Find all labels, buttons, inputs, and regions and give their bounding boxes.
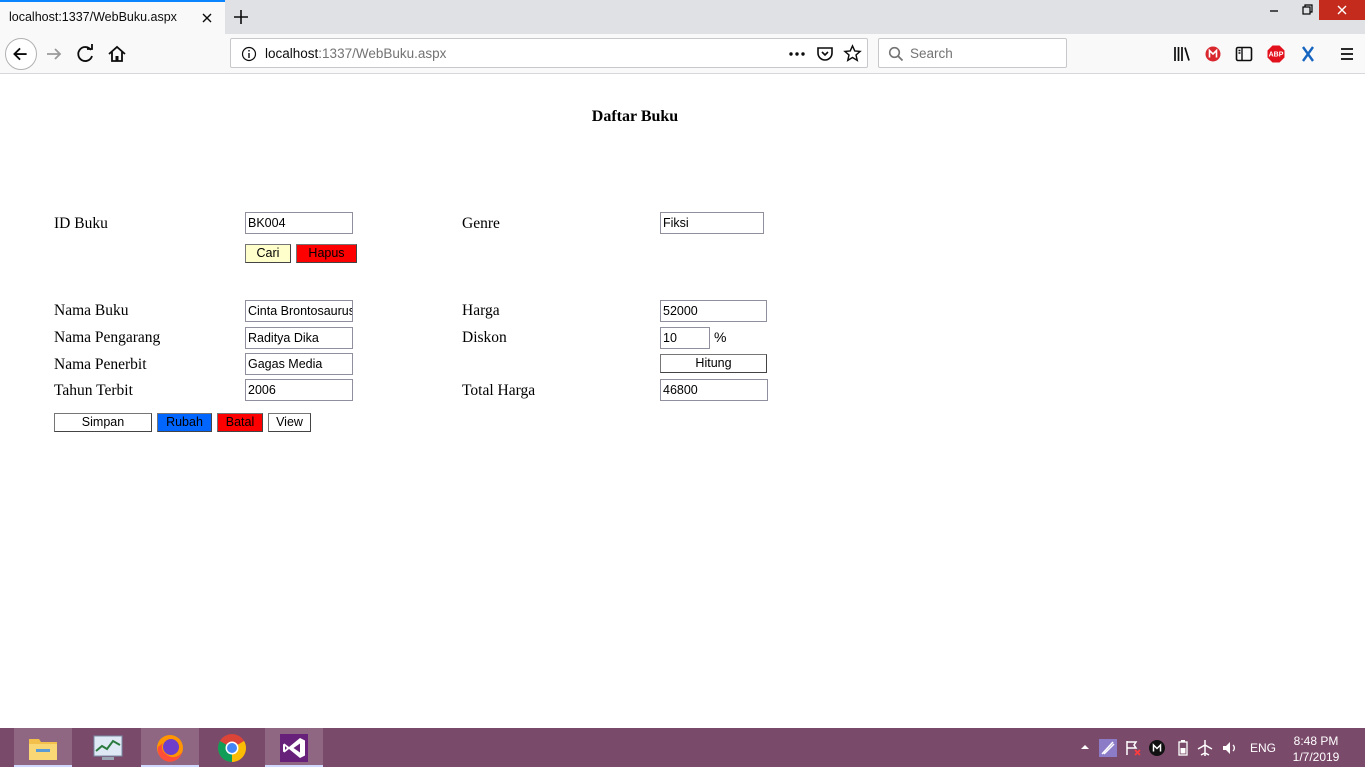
search-input[interactable]: Search xyxy=(878,38,1067,68)
chrome-icon xyxy=(218,734,246,762)
view-button[interactable]: View xyxy=(268,413,311,432)
id-buku-input[interactable]: BK004 xyxy=(245,212,353,234)
url-host: localhost xyxy=(265,46,319,61)
diskon-input[interactable]: 10 xyxy=(660,327,710,349)
genre-input[interactable]: Fiksi xyxy=(660,212,764,234)
clock-date: 1/7/2019 xyxy=(1292,750,1340,764)
page-actions-icon[interactable] xyxy=(787,46,807,62)
search-icon xyxy=(888,46,904,62)
clock[interactable]: 8:48 PM 1/7/2019 xyxy=(1288,733,1344,765)
label-total-harga: Total Harga xyxy=(462,382,536,399)
nama-buku-input[interactable]: Cinta Brontosaurus xyxy=(245,300,353,322)
web-page: Daftar Buku ID Buku BK004 Genre Fiksi Ca… xyxy=(0,75,1365,728)
reload-icon[interactable] xyxy=(72,40,100,68)
adblock-plus-icon[interactable]: ABP xyxy=(1262,40,1290,68)
taskbar-task-manager[interactable] xyxy=(79,728,137,767)
label-nama-buku: Nama Buku xyxy=(54,302,129,319)
svg-text:ABP: ABP xyxy=(1269,52,1284,59)
label-tahun-terbit: Tahun Terbit xyxy=(54,382,133,399)
firefox-icon xyxy=(157,735,183,762)
nama-penerbit-input[interactable]: Gagas Media xyxy=(245,353,353,375)
label-genre: Genre xyxy=(462,215,500,232)
search-placeholder: Search xyxy=(910,46,953,61)
label-harga: Harga xyxy=(462,302,500,319)
nama-pengarang-input[interactable]: Raditya Dika xyxy=(245,327,353,349)
task-manager-icon xyxy=(93,735,123,760)
page-title: Daftar Buku xyxy=(591,108,679,125)
airplane-mode-icon[interactable] xyxy=(1196,739,1214,757)
file-explorer-icon xyxy=(29,739,57,760)
close-tab-icon[interactable] xyxy=(199,10,215,26)
chevron-up-icon[interactable] xyxy=(1079,742,1091,752)
batal-button[interactable]: Batal xyxy=(217,413,263,432)
pocket-icon[interactable] xyxy=(816,45,834,63)
label-nama-pengarang: Nama Pengarang xyxy=(54,329,161,346)
close-window-icon[interactable] xyxy=(1319,0,1365,20)
hapus-button[interactable]: Hapus xyxy=(296,244,357,263)
label-id-buku: ID Buku xyxy=(54,215,108,232)
tahun-terbit-input[interactable]: 2006 xyxy=(245,379,353,401)
taskbar-file-explorer[interactable] xyxy=(14,728,72,767)
windows-taskbar: ENG 8:48 PM 1/7/2019 xyxy=(0,728,1365,767)
back-icon[interactable] xyxy=(5,38,37,70)
flag-alert-icon[interactable] xyxy=(1124,739,1142,757)
simpan-button[interactable]: Simpan xyxy=(54,413,152,432)
mega-tray-icon[interactable] xyxy=(1148,739,1166,757)
taskbar-firefox[interactable] xyxy=(141,728,199,767)
tab-webbuku[interactable]: localhost:1337/WebBuku.aspx xyxy=(0,0,225,34)
label-diskon: Diskon xyxy=(462,329,507,346)
navigation-toolbar: localhost:1337/WebBuku.aspx Search ABP xyxy=(0,34,1365,74)
harga-input[interactable]: 52000 xyxy=(660,300,767,322)
menu-icon[interactable] xyxy=(1333,40,1361,68)
pen-icon[interactable] xyxy=(1098,738,1118,758)
total-harga-input[interactable]: 46800 xyxy=(660,379,768,401)
mega-extension-icon[interactable] xyxy=(1199,40,1227,68)
url-path: :1337/WebBuku.aspx xyxy=(318,46,447,61)
address-bar[interactable]: localhost:1337/WebBuku.aspx xyxy=(230,38,868,68)
extension-x-icon[interactable] xyxy=(1294,40,1322,68)
volume-icon[interactable] xyxy=(1221,739,1239,757)
percent-sign: % xyxy=(714,329,727,345)
visual-studio-icon xyxy=(280,734,308,762)
new-tab-icon[interactable] xyxy=(229,5,253,29)
url-text: localhost:1337/WebBuku.aspx xyxy=(265,46,446,61)
bookmark-star-icon[interactable] xyxy=(843,44,862,63)
forward-icon[interactable] xyxy=(40,40,68,68)
language-indicator[interactable]: ENG xyxy=(1250,741,1276,755)
tab-title: localhost:1337/WebBuku.aspx xyxy=(9,10,177,24)
taskbar-chrome[interactable] xyxy=(203,728,261,767)
cari-button[interactable]: Cari xyxy=(245,244,291,263)
sidebar-icon[interactable] xyxy=(1230,40,1258,68)
library-icon[interactable] xyxy=(1168,40,1196,68)
taskbar-visual-studio[interactable] xyxy=(265,728,323,767)
site-info-icon[interactable] xyxy=(241,46,257,62)
clock-time: 8:48 PM xyxy=(1293,734,1339,748)
tab-bar: localhost:1337/WebBuku.aspx xyxy=(0,0,1365,34)
battery-icon[interactable] xyxy=(1176,739,1190,757)
hitung-button[interactable]: Hitung xyxy=(660,354,767,373)
rubah-button[interactable]: Rubah xyxy=(157,413,212,432)
label-nama-penerbit: Nama Penerbit xyxy=(54,356,147,373)
home-icon[interactable] xyxy=(103,40,131,68)
